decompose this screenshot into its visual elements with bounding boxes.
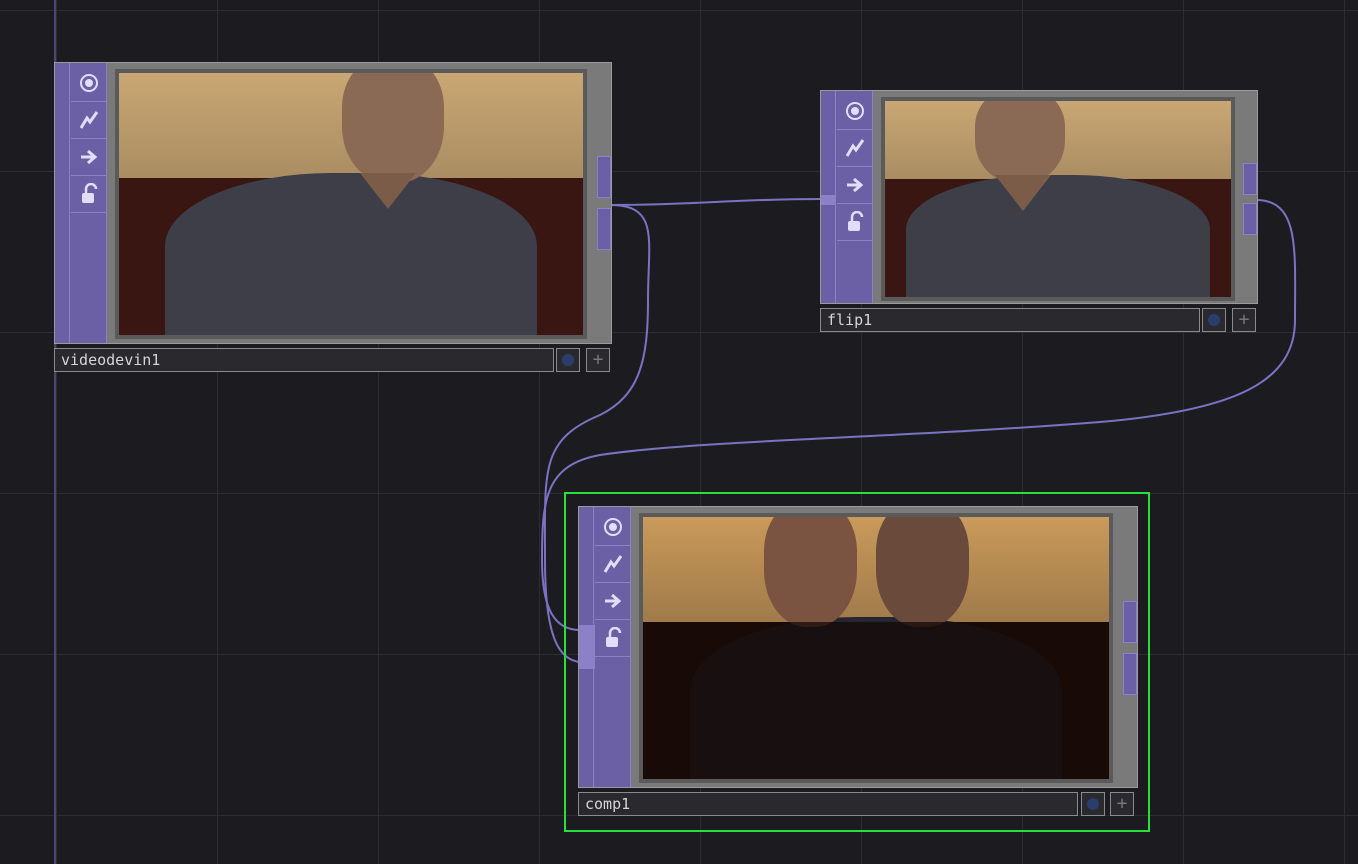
output-connector[interactable] [1123,653,1137,695]
node-name-label[interactable]: comp1 [578,792,1078,816]
node-frame [578,506,1138,788]
lock-icon[interactable] [595,620,631,657]
wire-videodevin1-to-flip1[interactable] [609,198,823,206]
node-add-button[interactable]: + [1232,308,1256,332]
display-arrow-icon[interactable] [595,583,631,620]
input-connector[interactable] [821,195,835,205]
node-frame [54,62,612,344]
output-connector[interactable] [1243,163,1257,195]
bypass-icon[interactable] [595,546,631,583]
input-connector[interactable] [579,625,595,669]
node-flags-sidebar [579,507,631,787]
display-arrow-icon[interactable] [837,167,873,204]
node-flip1[interactable]: flip1 + [820,90,1258,334]
plus-icon: + [1116,793,1128,814]
output-connector[interactable] [1243,203,1257,235]
viewer-icon[interactable] [71,65,107,102]
output-connector[interactable] [1123,601,1137,643]
video-preview [881,97,1235,301]
node-add-button[interactable]: + [1110,792,1134,816]
lock-icon[interactable] [71,176,107,213]
node-flags-sidebar [821,91,873,303]
viewer-icon[interactable] [837,93,873,130]
circle-icon [562,354,574,366]
node-comp1[interactable]: comp1 + [578,506,1138,818]
video-preview [115,69,587,339]
circle-icon [1087,798,1099,810]
node-name-label[interactable]: videodevin1 [54,348,554,372]
node-name-label[interactable]: flip1 [820,308,1200,332]
output-connector[interactable] [597,208,611,250]
node-viewer-toggle[interactable] [556,348,580,372]
video-preview [639,513,1113,783]
plus-icon: + [592,349,604,370]
output-connector[interactable] [597,156,611,198]
display-arrow-icon[interactable] [71,139,107,176]
node-viewer-toggle[interactable] [1202,308,1226,332]
plus-icon: + [1238,309,1250,330]
node-videodevin1[interactable]: videodevin1 + [54,62,612,374]
bypass-icon[interactable] [71,102,107,139]
node-viewer-toggle[interactable] [1081,792,1105,816]
node-frame [820,90,1258,304]
node-flags-sidebar [55,63,107,343]
lock-icon[interactable] [837,204,873,241]
bypass-icon[interactable] [837,130,873,167]
node-add-button[interactable]: + [586,348,610,372]
viewer-icon[interactable] [595,509,631,546]
circle-icon [1208,314,1220,326]
